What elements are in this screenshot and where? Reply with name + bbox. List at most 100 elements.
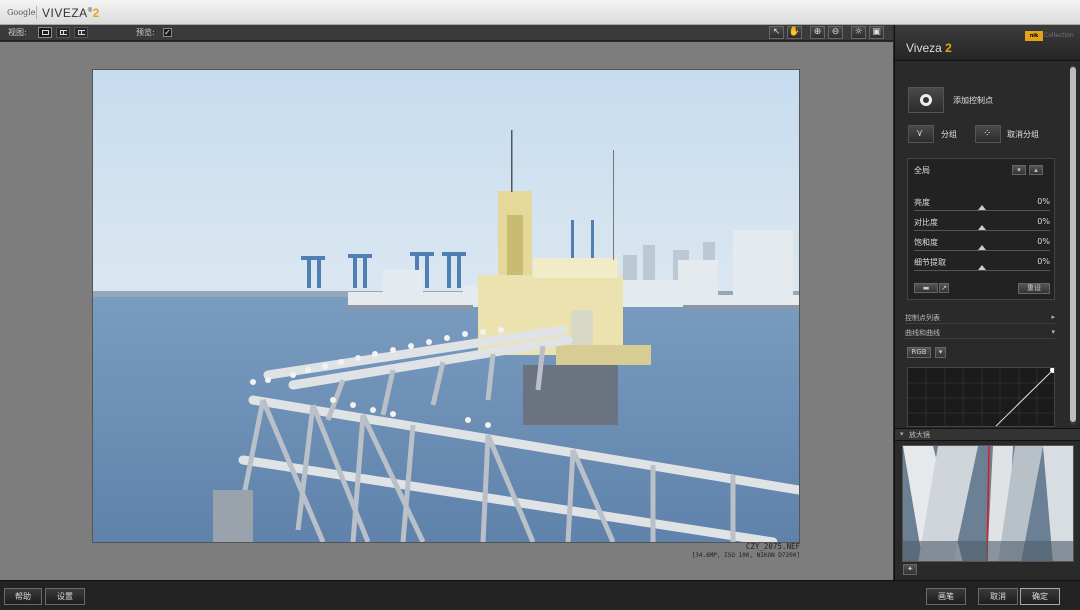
panel-title: Viveza 2	[906, 41, 952, 55]
top-toolbar: 视图: 预览: ✓ ↖ ✋ ⊕ ⊖ ☼ ▣	[0, 25, 893, 41]
slider-thumb[interactable]	[978, 225, 986, 230]
saturation-slider[interactable]: 饱和度 0%	[914, 237, 1050, 257]
channel-dropdown-button[interactable]: ▾	[935, 347, 946, 358]
loupe-view	[902, 445, 1074, 562]
preview-checkbox[interactable]: ✓	[163, 28, 172, 37]
app-title-text: VIVEZA	[42, 6, 88, 20]
expand-icon: ▾	[1017, 166, 1021, 174]
brush-button[interactable]: 画笔	[926, 588, 966, 605]
panel-title-text: Viveza	[906, 41, 942, 55]
section-divider	[905, 338, 1055, 339]
slider-track[interactable]	[914, 230, 1050, 231]
bottom-bar: 帮助 设置 画笔 取消 确定	[0, 580, 1080, 610]
app-version: 2	[92, 6, 100, 20]
image-canvas[interactable]: CZY_2075.NEF [34.6MP, ISO 100, NIKON D72…	[0, 42, 893, 580]
preview-label: 预览:	[136, 28, 155, 37]
file-info: CZY_2075.NEF [34.6MP, ISO 100, NIKON D72…	[660, 542, 800, 560]
reset-button[interactable]: 重设	[1018, 283, 1050, 294]
side-by-side-view-button[interactable]	[74, 27, 88, 38]
zoom-out-button[interactable]: ⊖	[828, 26, 843, 39]
arrow-icon: ↗	[941, 284, 947, 292]
slider-value: 0%	[1037, 237, 1050, 246]
collapse-icon: ▴	[1034, 166, 1038, 174]
zoom-in-icon: ⊕	[813, 27, 822, 37]
cancel-button[interactable]: 取消	[978, 588, 1018, 605]
title-bar: Google VIVEZA®2	[0, 0, 1080, 25]
options-arrow-button[interactable]: ↗	[939, 283, 949, 293]
slider-thumb[interactable]	[978, 245, 986, 250]
hand-tool-button[interactable]: ✋	[787, 26, 802, 39]
mask-icon: ▬	[922, 284, 930, 292]
ungroup-icon: ⁘	[983, 128, 992, 139]
panel-scrollbar[interactable]	[1070, 65, 1076, 425]
add-control-point-button[interactable]	[908, 87, 944, 113]
single-view-button[interactable]	[38, 27, 52, 38]
chevron-down-icon: ▾	[1051, 328, 1055, 336]
slider-label: 对比度	[914, 218, 938, 227]
fit-window-button[interactable]: ▣	[869, 26, 884, 39]
control-point-icon	[920, 94, 932, 106]
loupe-header[interactable]: ▾ 放大镜	[895, 428, 1080, 441]
hand-icon: ✋	[788, 27, 801, 37]
curve-editor[interactable]	[907, 367, 1055, 427]
slider-track[interactable]	[914, 210, 1050, 211]
light-bulb-button[interactable]: ☼	[851, 26, 866, 39]
brightness-slider[interactable]: 亮度 0%	[914, 197, 1050, 217]
loupe-label: 放大镜	[909, 431, 930, 439]
section-title: 曲线和曲线	[905, 329, 940, 337]
pin-icon: ✦	[907, 565, 913, 573]
collapse-button[interactable]: ▴	[1029, 165, 1043, 175]
ungroup-button[interactable]: ⁘	[975, 125, 1001, 143]
ungroup-label: 取消分组	[1007, 130, 1039, 139]
zoom-out-icon: ⊖	[831, 27, 840, 37]
loupe-pin-button[interactable]: ✦	[903, 564, 917, 575]
google-logo: Google	[7, 8, 36, 17]
section-title: 控制点列表	[905, 314, 940, 322]
single-view-icon	[42, 30, 49, 35]
view-label: 视图:	[8, 28, 27, 37]
title-divider	[36, 6, 37, 19]
contrast-slider[interactable]: 对比度 0%	[914, 217, 1050, 237]
channel-select[interactable]: RGB	[907, 347, 931, 358]
slider-track[interactable]	[914, 250, 1050, 251]
loupe-image	[903, 446, 1073, 561]
global-label: 全局	[914, 166, 930, 175]
group-button[interactable]: ⋎	[908, 125, 934, 143]
structure-slider[interactable]: 细节提取 0%	[914, 257, 1050, 277]
side-by-side-view-icon	[78, 30, 85, 35]
slider-label: 亮度	[914, 198, 930, 207]
control-point-list-section[interactable]: 控制点列表 ▸	[905, 313, 1055, 323]
app-title: VIVEZA®2	[42, 6, 100, 20]
slider-value: 0%	[1037, 257, 1050, 266]
photo-preview[interactable]	[93, 70, 799, 542]
chevron-down-icon: ▾	[900, 430, 904, 438]
curve-graph	[908, 368, 1054, 426]
slider-label: 饱和度	[914, 238, 938, 247]
file-metadata: [34.6MP, ISO 100, NIKON D7200]	[691, 552, 800, 559]
viveza-panel: Viveza 2 nik Collection 添加控制点 ⋎ 分组 ⁘ 取消分…	[894, 25, 1080, 580]
slider-thumb[interactable]	[978, 205, 986, 210]
panel-version: 2	[945, 41, 952, 55]
collection-label: Collection	[1044, 32, 1074, 39]
pointer-tool-button[interactable]: ↖	[769, 26, 784, 39]
pier-photo	[93, 70, 799, 542]
chevron-down-icon: ▾	[938, 348, 943, 356]
show-mask-button[interactable]: ▬	[914, 283, 938, 293]
group-label: 分组	[941, 130, 957, 139]
split-view-button[interactable]	[56, 27, 70, 38]
bulb-icon: ☼	[854, 27, 863, 37]
ok-button[interactable]: 确定	[1020, 588, 1060, 605]
expand-button[interactable]: ▾	[1012, 165, 1026, 175]
settings-button[interactable]: 设置	[45, 588, 85, 605]
window-icon: ▣	[872, 27, 881, 37]
levels-curves-section[interactable]: 曲线和曲线 ▾	[905, 328, 1055, 338]
slider-label: 细节提取	[914, 258, 946, 267]
zoom-in-button[interactable]: ⊕	[810, 26, 825, 39]
help-button[interactable]: 帮助	[4, 588, 42, 605]
split-view-icon	[60, 30, 67, 35]
slider-track[interactable]	[914, 270, 1050, 271]
scrollbar-thumb[interactable]	[1070, 67, 1076, 422]
slider-thumb[interactable]	[978, 265, 986, 270]
section-divider	[905, 323, 1055, 324]
group-icon: ⋎	[916, 128, 924, 139]
